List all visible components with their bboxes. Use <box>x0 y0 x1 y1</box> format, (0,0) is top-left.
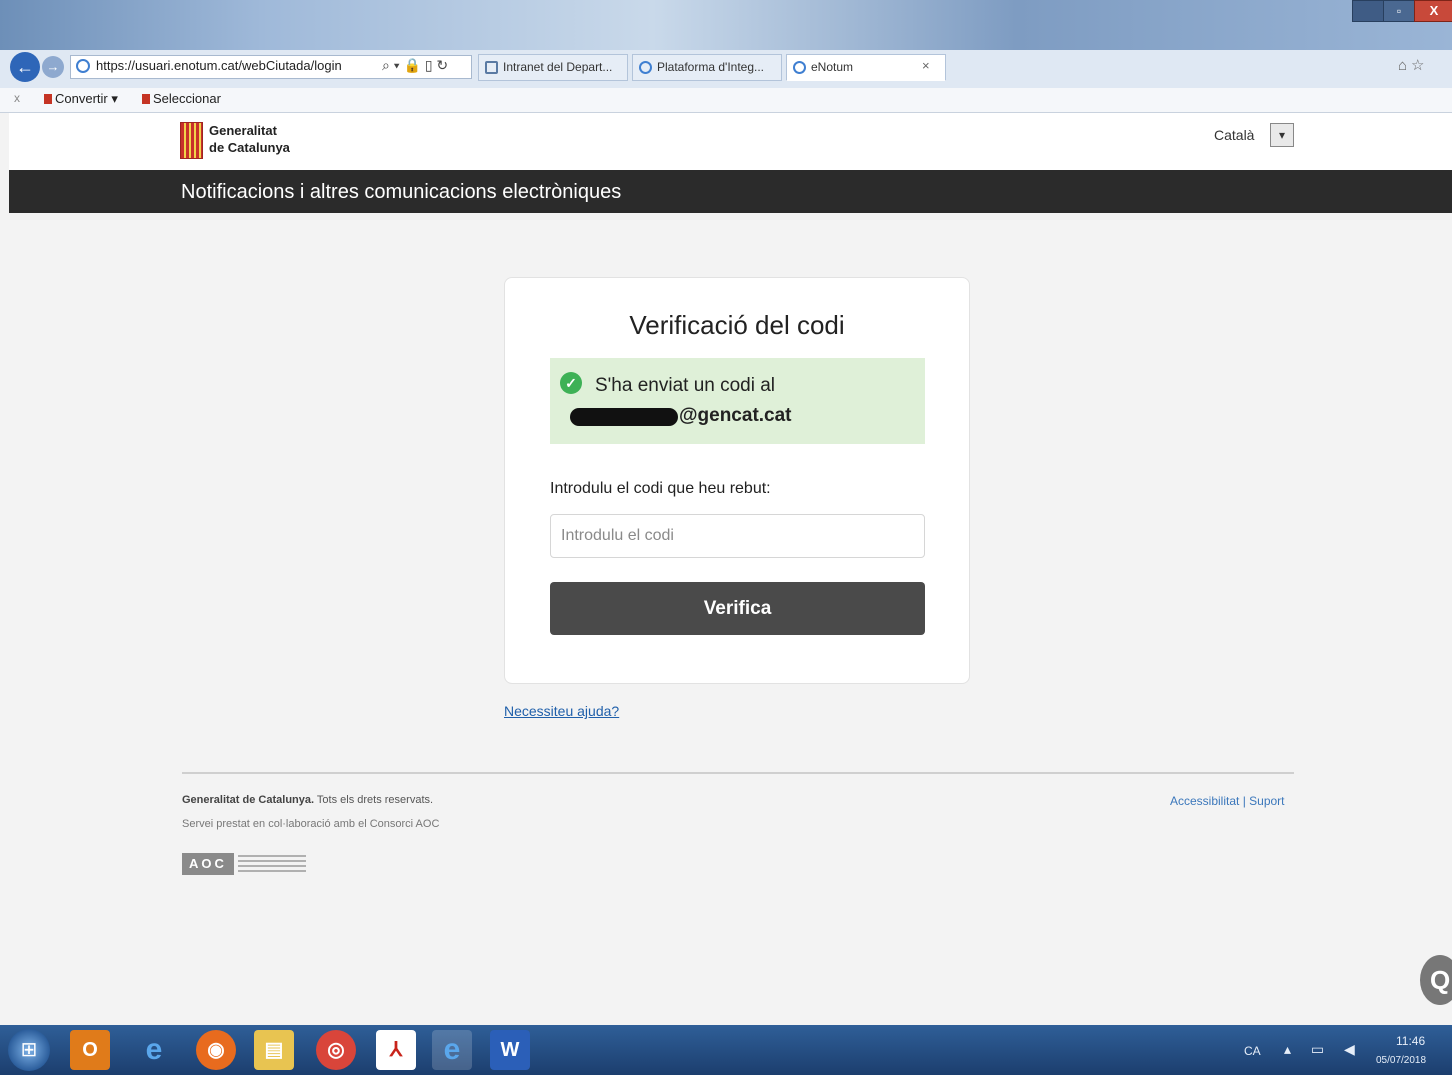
convert-menu[interactable]: Convertir ▾ <box>44 91 118 107</box>
language-label[interactable]: Català <box>1214 127 1254 143</box>
ie-page-icon <box>76 59 90 73</box>
help-chat-icon[interactable]: Q <box>1420 955 1452 1005</box>
close-window-button[interactable]: X <box>1414 0 1452 22</box>
word-taskbar-icon[interactable]: W <box>490 1030 530 1070</box>
window-left-frame <box>0 113 9 1025</box>
code-input[interactable] <box>550 514 925 558</box>
select-label: Seleccionar <box>153 91 221 106</box>
alert-message: S'ha enviat un codi al <box>595 375 776 396</box>
footer-divider <box>182 772 1294 774</box>
forward-button[interactable]: → <box>42 56 64 78</box>
firefox-taskbar-icon[interactable]: ◉ <box>196 1030 236 1070</box>
card-title: Verificació del codi <box>629 310 845 340</box>
pdf-icon <box>44 94 52 104</box>
system-tray-icons[interactable]: ▴ ▭ ◀ <box>1284 1041 1363 1058</box>
footer-links[interactable]: Accessibilitat | Suport <box>1170 794 1285 808</box>
clock-time[interactable]: 11:46 <box>1396 1034 1425 1048</box>
aoc-logo[interactable]: AOC <box>182 853 234 875</box>
ie-active-taskbar-icon[interactable]: e <box>432 1030 472 1070</box>
check-circle-icon: ✓ <box>560 372 582 394</box>
tab-label: Plataforma d'Integ... <box>657 60 765 74</box>
footer-service-note: Servei prestat en col·laboració amb el C… <box>182 818 440 830</box>
success-alert <box>550 358 925 444</box>
tab-label: Intranet del Depart... <box>503 60 613 74</box>
brand-name-line2[interactable]: de Catalunya <box>209 140 290 155</box>
tab-plataforma[interactable]: Plataforma d'Integ... <box>632 54 782 81</box>
tab-label: eNotum <box>811 60 854 74</box>
select-icon <box>142 94 150 104</box>
acrobat-taskbar-icon[interactable]: ⅄ <box>376 1030 416 1070</box>
code-label: Introdulu el codi que heu rebut: <box>550 480 771 497</box>
outlook-taskbar-icon[interactable]: O <box>70 1030 110 1070</box>
email-domain: @gencat.cat <box>679 405 792 426</box>
brand-name-line1[interactable]: Generalitat <box>209 123 277 138</box>
tab-intranet[interactable]: Intranet del Depart... <box>478 54 628 81</box>
command-bar-close-icon[interactable]: x <box>14 91 20 105</box>
help-link[interactable]: Necessiteu ajuda? <box>504 703 619 719</box>
footer-copyright: Generalitat de Catalunya. Tots els drets… <box>182 794 433 806</box>
service-title: Notificacions i altres comunicacions ele… <box>181 181 622 203</box>
clock-date[interactable]: 05/07/2018 <box>1376 1055 1426 1066</box>
back-button[interactable]: ← <box>10 52 40 82</box>
intranet-tab-icon <box>485 61 498 74</box>
ie-tab-icon <box>639 61 652 74</box>
input-language-indicator[interactable]: CA <box>1244 1044 1261 1058</box>
file-explorer-taskbar-icon[interactable]: ▤ <box>254 1030 294 1070</box>
chrome-taskbar-icon[interactable]: ◎ <box>316 1030 356 1070</box>
select-button[interactable]: Seleccionar <box>142 91 221 106</box>
ie-taskbar-icon[interactable]: e <box>134 1030 174 1070</box>
address-url[interactable]: https://usuari.enotum.cat/webCiutada/log… <box>96 58 342 73</box>
minimize-button[interactable] <box>1352 0 1384 22</box>
window-title-bar <box>0 0 1452 50</box>
verify-button[interactable]: Verifica <box>550 582 925 635</box>
address-tools-icons[interactable]: ⌕ ▾ 🔒 ▯ ↻ <box>382 57 448 74</box>
home-favorites-icons[interactable]: ⌂☆ <box>1398 56 1429 74</box>
generalitat-logo-icon[interactable] <box>180 122 203 159</box>
convert-label: Convertir ▾ <box>55 91 118 106</box>
footer-org: Generalitat de Catalunya. <box>182 794 315 806</box>
maximize-button[interactable]: ▫ <box>1383 0 1415 22</box>
language-dropdown-icon[interactable]: ▾ <box>1270 123 1294 147</box>
aoc-logo-text <box>238 855 306 873</box>
redacted-email-user <box>570 408 678 426</box>
footer-rights: Tots els drets reservats. <box>314 794 434 806</box>
start-button[interactable]: ⊞ <box>8 1029 50 1071</box>
ie-tab-icon <box>793 61 806 74</box>
close-tab-icon[interactable]: × <box>922 58 930 73</box>
